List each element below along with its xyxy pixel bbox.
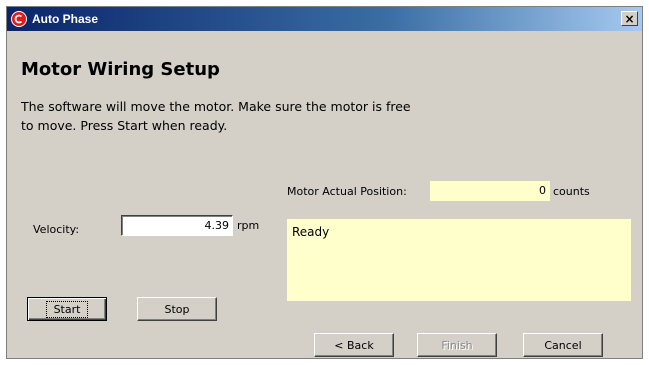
- cancel-button[interactable]: Cancel: [523, 333, 603, 357]
- back-button-label: < Back: [334, 338, 374, 352]
- instructions-text: The software will move the motor. Make s…: [21, 99, 411, 133]
- stop-button-label: Stop: [164, 302, 190, 316]
- stop-button[interactable]: Stop: [137, 297, 217, 321]
- finish-button[interactable]: Finish: [417, 333, 497, 357]
- start-button[interactable]: Start: [27, 297, 107, 321]
- velocity-label: Velocity:: [33, 223, 80, 236]
- motor-position-readout: 0: [430, 181, 550, 201]
- velocity-input[interactable]: 4.39: [121, 215, 233, 236]
- status-text: Ready: [292, 225, 330, 239]
- cancel-button-label: Cancel: [544, 338, 582, 352]
- motor-position-label: Motor Actual Position:: [287, 185, 407, 198]
- status-display: Ready: [287, 219, 631, 301]
- position-unit-label: counts: [553, 185, 590, 198]
- back-button[interactable]: < Back: [314, 333, 394, 357]
- close-button[interactable]: ×: [621, 11, 638, 26]
- close-icon: ×: [624, 11, 635, 26]
- title-bar[interactable]: Auto Phase ×: [7, 7, 642, 31]
- velocity-unit-label: rpm: [237, 219, 260, 232]
- app-logo-icon: [11, 11, 27, 27]
- auto-phase-window: Auto Phase × Motor Wiring Setup The soft…: [6, 6, 643, 359]
- page-title: Motor Wiring Setup: [21, 59, 220, 80]
- window-title: Auto Phase: [32, 12, 99, 26]
- finish-button-label: Finish: [441, 338, 473, 352]
- start-button-label: Start: [45, 300, 89, 318]
